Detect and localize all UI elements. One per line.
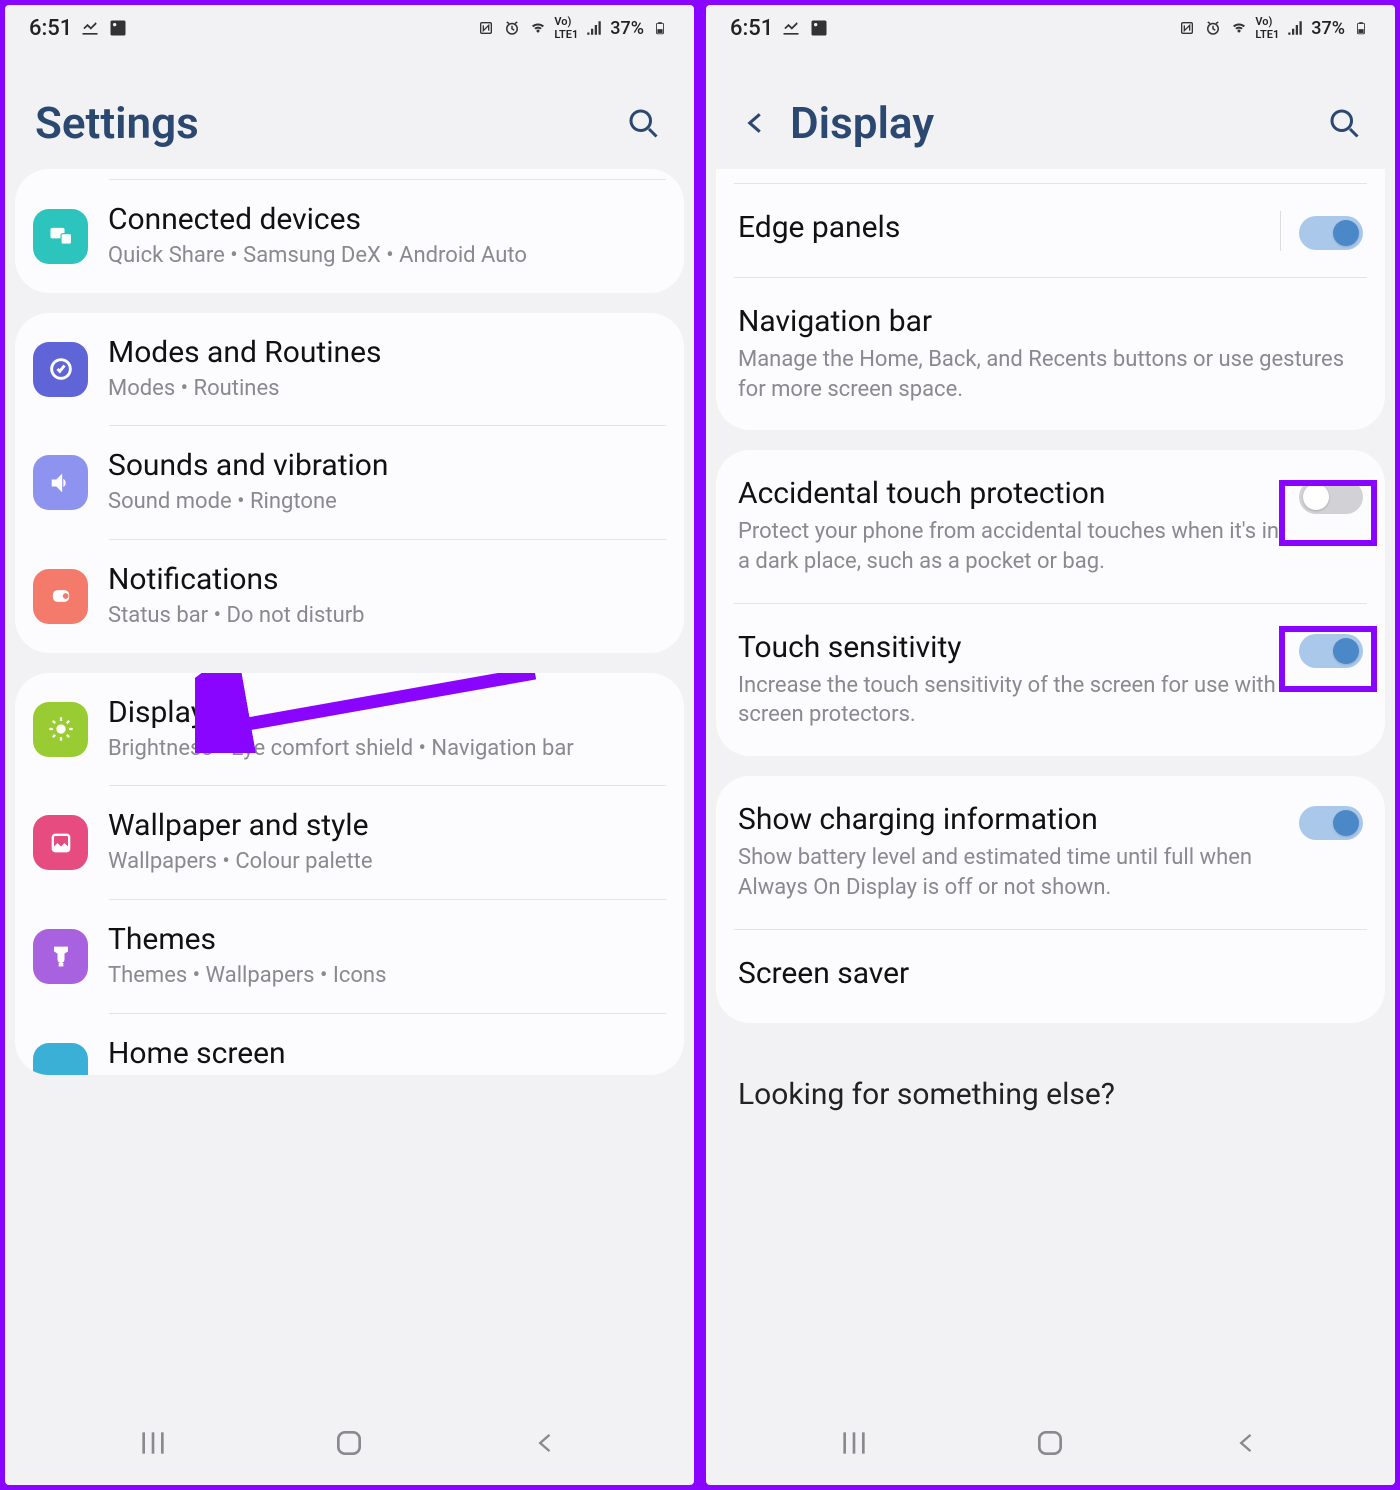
page-title: Settings xyxy=(35,97,622,149)
nfc-icon xyxy=(1177,18,1197,38)
wallpaper-icon xyxy=(33,815,88,870)
phone-missed-icon xyxy=(80,18,100,38)
item-title: Show charging information xyxy=(738,802,1285,837)
battery-text: 37% xyxy=(1311,18,1345,39)
setting-sub: Quick Share • Samsung DeX • Android Auto xyxy=(108,241,666,271)
back-button[interactable] xyxy=(1222,1423,1272,1463)
connected-devices-icon xyxy=(33,209,88,264)
settings-item-navigation-bar[interactable]: Navigation bar Manage the Home, Back, an… xyxy=(716,278,1385,430)
recents-button[interactable] xyxy=(128,1423,178,1463)
battery-icon xyxy=(650,18,670,38)
accidental-touch-toggle[interactable] xyxy=(1299,480,1363,514)
display-settings-list: Edge panels Navigation bar Manage the Ho… xyxy=(706,169,1395,1405)
item-sub: Manage the Home, Back, and Recents butto… xyxy=(738,345,1349,404)
settings-card-1: Connected devices Quick Share • Samsung … xyxy=(15,169,684,293)
picture-icon xyxy=(108,18,128,38)
home-button[interactable] xyxy=(324,1423,374,1463)
settings-item-accidental-touch[interactable]: Accidental touch protection Protect your… xyxy=(716,450,1385,602)
wifi-icon xyxy=(528,18,548,38)
alarm-icon xyxy=(502,18,522,38)
phone-missed-icon xyxy=(781,18,801,38)
item-sub: Protect your phone from accidental touch… xyxy=(738,517,1285,576)
nfc-icon xyxy=(476,18,496,38)
item-title: Accidental touch protection xyxy=(738,476,1285,511)
settings-card-2: Modes and Routines Modes • Routines Soun… xyxy=(15,313,684,653)
setting-title: Connected devices xyxy=(108,202,666,237)
nav-bar xyxy=(706,1405,1395,1485)
lte-icon: Vo)LTE1 xyxy=(1255,15,1279,41)
phone-settings: 6:51 Vo)LTE1 37% Settings xyxy=(5,5,694,1485)
setting-sub: Sound mode • Ringtone xyxy=(108,487,666,517)
item-title: Screen saver xyxy=(738,956,1349,991)
settings-card-3: Display Brightness • Eye comfort shield … xyxy=(15,673,684,1075)
settings-item-notifications[interactable]: Notifications Status bar • Do not distur… xyxy=(15,540,684,653)
charging-info-toggle[interactable] xyxy=(1299,806,1363,840)
settings-item-wallpaper[interactable]: Wallpaper and style Wallpapers • Colour … xyxy=(15,786,684,899)
header: Settings xyxy=(5,47,694,169)
settings-item-screen-saver[interactable]: Screen saver xyxy=(716,930,1385,1023)
back-button-header[interactable] xyxy=(736,103,776,143)
item-title: Touch sensitivity xyxy=(738,630,1285,665)
settings-item-connected-devices[interactable]: Connected devices Quick Share • Samsung … xyxy=(15,180,684,293)
settings-list: Connected devices Quick Share • Samsung … xyxy=(5,169,694,1405)
settings-item-touch-sensitivity[interactable]: Touch sensitivity Increase the touch sen… xyxy=(716,604,1385,756)
item-sub: Increase the touch sensitivity of the sc… xyxy=(738,671,1285,730)
status-time: 6:51 xyxy=(29,16,72,41)
display-card-3: Show charging information Show battery l… xyxy=(716,776,1385,1022)
recents-button[interactable] xyxy=(829,1423,879,1463)
battery-icon xyxy=(1351,18,1371,38)
signal-icon xyxy=(584,18,604,38)
setting-title: Home screen xyxy=(108,1036,666,1071)
header: Display xyxy=(706,47,1395,169)
back-button[interactable] xyxy=(521,1423,571,1463)
settings-item-display[interactable]: Display Brightness • Eye comfort shield … xyxy=(15,673,684,786)
notifications-icon xyxy=(33,569,88,624)
setting-sub: Modes • Routines xyxy=(108,374,666,404)
setting-title: Notifications xyxy=(108,562,666,597)
setting-title: Themes xyxy=(108,922,666,957)
signal-icon xyxy=(1285,18,1305,38)
settings-item-themes[interactable]: Themes Themes • Wallpapers • Icons xyxy=(15,900,684,1013)
item-sub: Show battery level and estimated time un… xyxy=(738,843,1285,902)
battery-text: 37% xyxy=(610,18,644,39)
settings-item-edge-panels[interactable]: Edge panels xyxy=(716,184,1385,277)
search-button[interactable] xyxy=(622,102,664,144)
item-title: Navigation bar xyxy=(738,304,1349,339)
edge-panels-toggle[interactable] xyxy=(1299,216,1363,250)
home-button[interactable] xyxy=(1025,1423,1075,1463)
setting-title: Wallpaper and style xyxy=(108,808,666,843)
search-button[interactable] xyxy=(1323,102,1365,144)
settings-item-home[interactable]: Home screen xyxy=(15,1014,684,1075)
setting-sub: Brightness • Eye comfort shield • Naviga… xyxy=(108,734,666,764)
display-icon xyxy=(33,702,88,757)
looking-for-something-else: Looking for something else? xyxy=(716,1043,1385,1112)
display-card-1: Edge panels Navigation bar Manage the Ho… xyxy=(716,169,1385,430)
touch-sensitivity-toggle[interactable] xyxy=(1299,634,1363,668)
item-title: Edge panels xyxy=(738,210,1256,245)
lte-icon: Vo)LTE1 xyxy=(554,15,578,41)
themes-icon xyxy=(33,929,88,984)
home-icon xyxy=(33,1043,88,1075)
sounds-icon xyxy=(33,455,88,510)
page-title: Display xyxy=(790,97,1323,149)
settings-item-modes[interactable]: Modes and Routines Modes • Routines xyxy=(15,313,684,426)
status-bar: 6:51 Vo)LTE1 37% xyxy=(706,5,1395,47)
setting-title: Display xyxy=(108,695,666,730)
setting-sub: Wallpapers • Colour palette xyxy=(108,847,666,877)
modes-icon xyxy=(33,342,88,397)
nav-bar xyxy=(5,1405,694,1485)
wifi-icon xyxy=(1229,18,1249,38)
settings-item-sounds[interactable]: Sounds and vibration Sound mode • Ringto… xyxy=(15,426,684,539)
settings-item-charging-info[interactable]: Show charging information Show battery l… xyxy=(716,776,1385,928)
picture-icon xyxy=(809,18,829,38)
setting-title: Sounds and vibration xyxy=(108,448,666,483)
phone-display-settings: 6:51 Vo)LTE1 37% Display xyxy=(706,5,1395,1485)
status-time: 6:51 xyxy=(730,16,773,41)
display-card-2: Accidental touch protection Protect your… xyxy=(716,450,1385,756)
setting-sub: Status bar • Do not disturb xyxy=(108,601,666,631)
status-bar: 6:51 Vo)LTE1 37% xyxy=(5,5,694,47)
alarm-icon xyxy=(1203,18,1223,38)
setting-sub: Themes • Wallpapers • Icons xyxy=(108,961,666,991)
setting-title: Modes and Routines xyxy=(108,335,666,370)
